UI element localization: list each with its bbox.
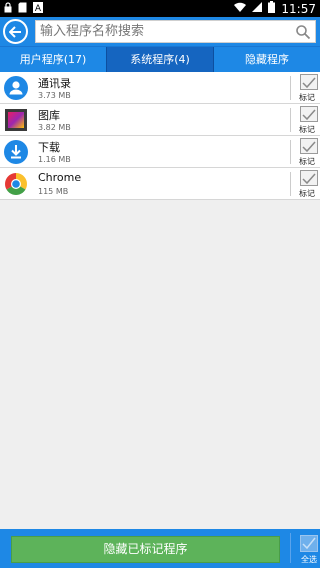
gallery-icon	[5, 109, 27, 131]
battery-icon	[268, 1, 276, 17]
chrome-icon	[5, 173, 27, 195]
app-size: 1.16 MB	[38, 155, 71, 164]
app-name: Chrome	[38, 171, 82, 184]
app-name: 通讯录	[38, 77, 71, 90]
mark-checkbox[interactable]	[300, 74, 318, 90]
search-input[interactable]	[40, 22, 290, 41]
mark-checkbox[interactable]	[300, 170, 318, 186]
list-item[interactable]: 下载 1.16 MB 标记	[0, 136, 320, 168]
header	[0, 17, 320, 46]
divider	[290, 140, 291, 164]
app-name: 图库	[38, 109, 60, 122]
svg-text:A: A	[35, 4, 42, 13]
divider	[290, 533, 291, 563]
divider	[290, 108, 291, 132]
clock: 11:57	[281, 1, 316, 16]
mark-label: 标记	[299, 125, 315, 134]
app-name: 下载	[38, 141, 60, 154]
tab-bar: 用户程序(17) 系统程序(4) 隐藏程序	[0, 46, 320, 72]
mark-label: 标记	[299, 157, 315, 166]
mark-label: 标记	[299, 93, 315, 102]
app-size: 115 MB	[38, 187, 69, 196]
select-all-label: 全选	[301, 555, 317, 564]
mark-checkbox[interactable]	[300, 106, 318, 122]
signal-icon	[252, 2, 263, 16]
contacts-icon	[4, 76, 28, 100]
lock-icon	[4, 2, 12, 17]
back-button[interactable]	[3, 19, 28, 44]
check-icon	[302, 173, 316, 185]
mark-label: 标记	[299, 189, 315, 198]
search-icon[interactable]	[295, 24, 311, 40]
select-all-checkbox[interactable]	[300, 535, 318, 552]
search-box[interactable]	[35, 20, 316, 43]
font-a-icon: A	[33, 2, 43, 17]
tab-system-apps[interactable]: 系统程序(4)	[106, 47, 214, 72]
wifi-icon	[234, 2, 247, 16]
divider	[290, 172, 291, 196]
app-list: 通讯录 3.73 MB 标记 图库 3.82 MB 标记 下载 1.16 MB …	[0, 72, 320, 200]
list-item[interactable]: 通讯录 3.73 MB 标记	[0, 72, 320, 104]
list-item[interactable]: Chrome 115 MB 标记	[0, 168, 320, 200]
download-icon	[4, 140, 28, 164]
app-size: 3.73 MB	[38, 91, 71, 100]
divider	[290, 76, 291, 100]
status-bar: A 11:57	[0, 0, 320, 17]
bottom-bar: 隐藏已标记程序 全选	[0, 529, 320, 568]
check-icon	[302, 77, 316, 89]
check-icon	[302, 537, 316, 550]
mark-checkbox[interactable]	[300, 138, 318, 154]
check-icon	[302, 141, 316, 153]
arrow-left-icon	[9, 25, 21, 38]
tab-hidden-apps[interactable]: 隐藏程序	[214, 47, 320, 72]
app-size: 3.82 MB	[38, 123, 71, 132]
hide-marked-button[interactable]: 隐藏已标记程序	[11, 536, 280, 563]
list-item[interactable]: 图库 3.82 MB 标记	[0, 104, 320, 136]
sd-card-icon	[18, 2, 27, 17]
tab-user-apps[interactable]: 用户程序(17)	[0, 47, 106, 72]
check-icon	[302, 109, 316, 121]
